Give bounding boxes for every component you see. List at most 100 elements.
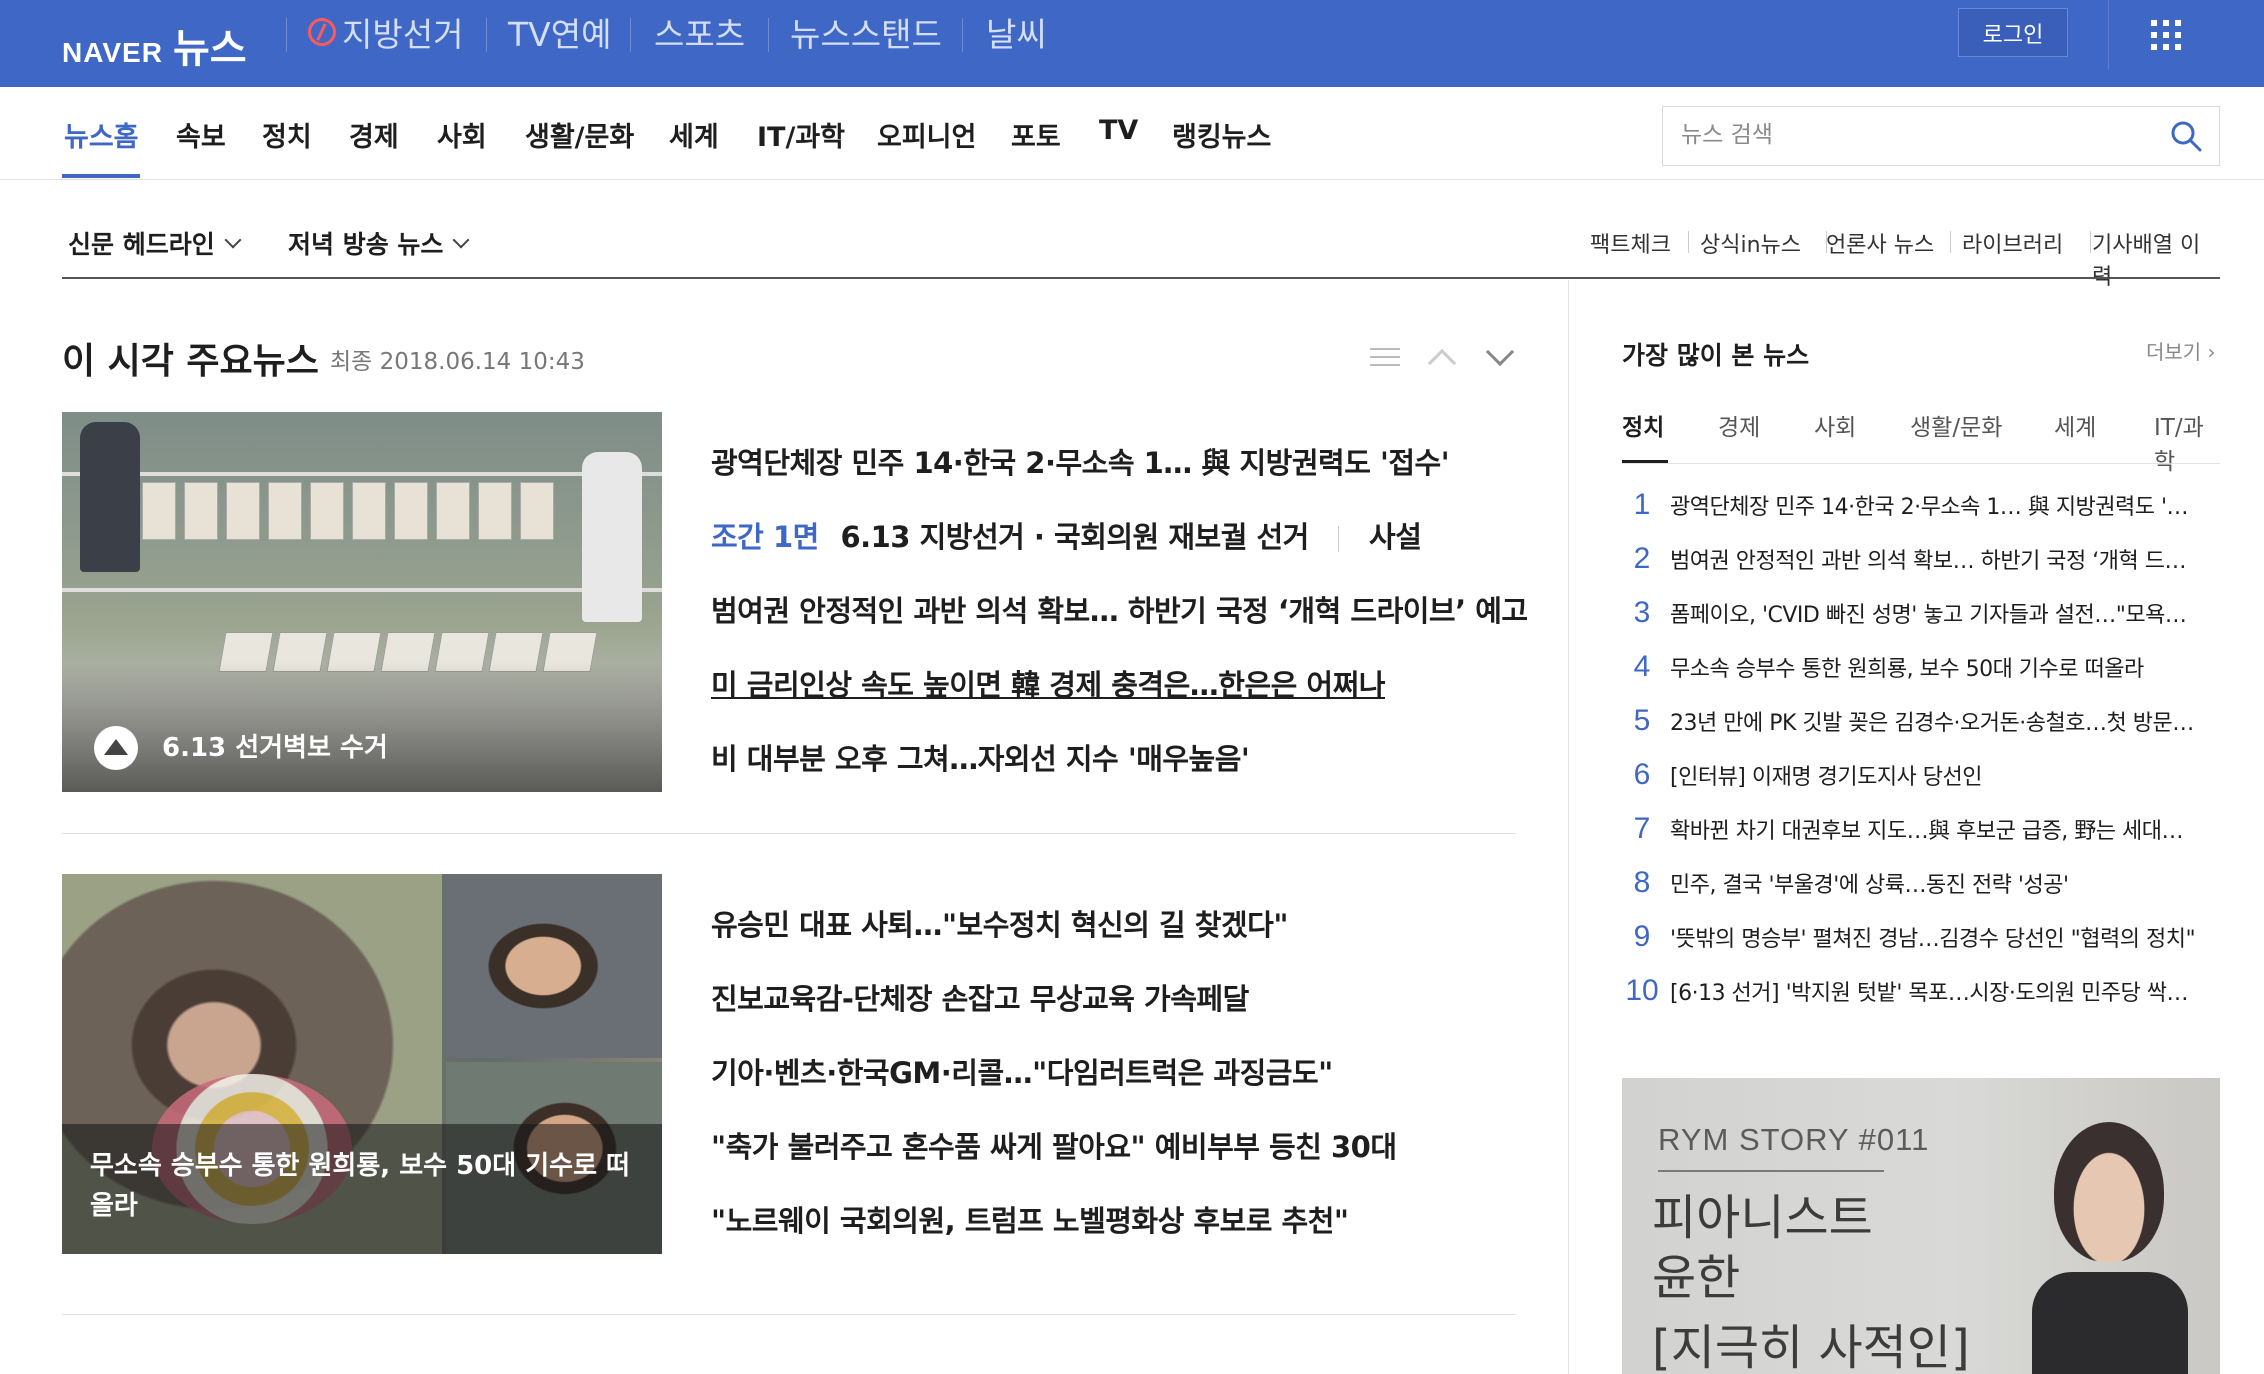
- rank-number: 2: [1633, 542, 1651, 575]
- ranking-item[interactable]: 1 광역단체장 민주 14·한국 2·무소속 1… 與 지방권력도 '…: [1622, 480, 2220, 530]
- service-election[interactable]: 지방선거: [308, 12, 463, 54]
- more-link[interactable]: 더보기 ›: [2146, 336, 2216, 365]
- ranking-item[interactable]: 10 [6·13 선거] '박지원 텃밭' 목포…시장·도의원 민주당 싹…: [1622, 966, 2220, 1016]
- headline-link[interactable]: "노르웨이 국회의원, 트럼프 노벨평화상 후보로 추천": [711, 1198, 1349, 1240]
- rank-headline[interactable]: 확바뀐 차기 대권후보 지도…與 후보군 급증, 野는 세대…: [1670, 813, 2183, 845]
- more-label: 더보기: [2146, 340, 2202, 364]
- news-thumbnail[interactable]: 6.13 선거벽보 수거: [62, 412, 662, 792]
- link-arrangement-history[interactable]: 기사배열 이력: [2092, 227, 2220, 291]
- search-input[interactable]: [1663, 107, 2143, 163]
- divider: [630, 18, 631, 52]
- nav-item-economy[interactable]: 경제: [349, 115, 399, 154]
- link-factcheck[interactable]: 팩트체크: [1590, 227, 1671, 259]
- tab-life[interactable]: 생활/문화: [1910, 408, 2002, 442]
- nav-item-home[interactable]: 뉴스홈: [64, 115, 139, 154]
- tab-it[interactable]: IT/과학: [2154, 408, 2220, 476]
- rank-number: 7: [1633, 812, 1651, 845]
- headline-link[interactable]: 비 대부분 오후 그쳐…자외선 지수 '매우높음': [711, 736, 1250, 778]
- rank-number: 1: [1633, 488, 1651, 521]
- login-button[interactable]: 로그인: [1958, 8, 2068, 57]
- ranking-item[interactable]: 5 23년 만에 PK 깃발 꽂은 김경수·오거돈·송철호…첫 방문…: [1622, 696, 2220, 746]
- thumb-caption[interactable]: 무소속 승부수 통한 원희룡, 보수 50대 기수로 떠올라: [90, 1146, 650, 1226]
- news-logo-text: 뉴스: [172, 26, 247, 72]
- headline-link[interactable]: 범여권 안정적인 과반 의석 확보… 하반기 국정 ‘개혁 드라이브’ 예고: [711, 588, 1528, 630]
- nav-item-society[interactable]: 사회: [437, 115, 487, 154]
- rank-headline[interactable]: 광역단체장 민주 14·한국 2·무소속 1… 與 지방권력도 '…: [1670, 489, 2188, 521]
- evening-broadcast-dropdown[interactable]: 저녁 방송 뉴스: [288, 225, 470, 261]
- grid-icon: [2151, 20, 2181, 50]
- headline-link[interactable]: 기아·벤츠·한국GM·리콜…"다임러트럭은 과징금도": [711, 1050, 1333, 1092]
- ranking-item[interactable]: 9 '뜻밖의 명승부' 펼쳐진 경남…김경수 당선인 "협력의 정치": [1622, 912, 2220, 962]
- rank-headline[interactable]: 23년 만에 PK 깃발 꽂은 김경수·오거돈·송철호…첫 방문…: [1670, 705, 2194, 737]
- divider: [1658, 1170, 1884, 1172]
- nav-item-life[interactable]: 생활/문화: [525, 115, 634, 154]
- service-label: 지방선거: [342, 15, 464, 54]
- service-sports[interactable]: 스포츠: [654, 12, 745, 54]
- ranking-item[interactable]: 3 폼페이오, 'CVID 빠진 성명' 놓고 기자들과 설전…"모욕…: [1622, 588, 2220, 638]
- list-view-icon[interactable]: [1370, 348, 1400, 372]
- person-figure: [80, 422, 140, 572]
- service-label: 스포츠: [654, 15, 746, 54]
- nav-item-photo[interactable]: 포토: [1011, 115, 1061, 154]
- morning-paper-tag[interactable]: 조간 1면: [711, 520, 819, 554]
- headline-link[interactable]: "축가 불러주고 혼수품 싸게 팔아요" 예비부부 등친 30대: [711, 1124, 1397, 1166]
- headline-link[interactable]: 미 금리인상 속도 높이면 韓 경제 충격은…한은은 어쩌나: [711, 662, 1385, 704]
- rank-headline[interactable]: 폼페이오, 'CVID 빠진 성명' 놓고 기자들과 설전…"모욕…: [1670, 597, 2186, 629]
- rank-headline[interactable]: 민주, 결국 '부울경'에 상륙…동진 전략 '성공': [1670, 867, 2069, 899]
- promo-subtitle: [지극히 사적인]: [1652, 1320, 1970, 1374]
- link-library[interactable]: 라이브러리: [1962, 227, 2063, 259]
- rank-number: 9: [1633, 920, 1651, 953]
- service-tv[interactable]: TV연예: [508, 12, 611, 54]
- dropdown-label: 신문 헤드라인: [68, 230, 215, 259]
- service-newsstand[interactable]: 뉴스스탠드: [790, 12, 942, 54]
- ranking-item[interactable]: 7 확바뀐 차기 대권후보 지도…與 후보군 급증, 野는 세대…: [1622, 804, 2220, 854]
- apps-menu-button[interactable]: [2108, 0, 2218, 70]
- search-icon[interactable]: [2169, 119, 2203, 153]
- nav-item-world[interactable]: 세계: [669, 115, 719, 154]
- rank-headline[interactable]: [인터뷰] 이재명 경기도지사 당선인: [1670, 759, 1982, 791]
- sub-nav: 신문 헤드라인 저녁 방송 뉴스 팩트체크 상식in뉴스 언론사 뉴스 라이브러…: [62, 225, 2220, 290]
- last-updated: 최종 2018.06.14 10:43: [330, 349, 585, 375]
- news-thumbnail[interactable]: 무소속 승부수 통한 원희룡, 보수 50대 기수로 떠올라: [62, 874, 662, 1254]
- service-label: 뉴스스탠드: [790, 15, 942, 54]
- rank-headline[interactable]: 무소속 승부수 통한 원희룡, 보수 50대 기수로 떠올라: [1670, 651, 2144, 683]
- nav-item-politics[interactable]: 정치: [262, 115, 312, 154]
- headline-link[interactable]: 진보교육감-단체장 손잡고 무상교육 가속페달: [711, 976, 1249, 1018]
- headline-link[interactable]: 유승민 대표 사퇴…"보수정치 혁신의 길 찾겠다": [711, 902, 1288, 944]
- rank-number: 8: [1633, 866, 1651, 899]
- tab-world[interactable]: 세계: [2054, 408, 2096, 442]
- rank-headline[interactable]: 범여권 안정적인 과반 의석 확보… 하반기 국정 ‘개혁 드…: [1670, 543, 2186, 575]
- tab-economy[interactable]: 경제: [1718, 408, 1760, 442]
- rank-number: 4: [1633, 650, 1651, 683]
- nav-item-breaking[interactable]: 속보: [176, 115, 226, 154]
- rank-headline[interactable]: '뜻밖의 명승부' 펼쳐진 경남…김경수 당선인 "협력의 정치": [1670, 921, 2195, 953]
- headline-link[interactable]: 광역단체장 민주 14·한국 2·무소속 1… 與 지방권력도 '접수': [711, 440, 1450, 482]
- ranking-item[interactable]: 2 범여권 안정적인 과반 의석 확보… 하반기 국정 ‘개혁 드…: [1622, 534, 2220, 584]
- ranking-item[interactable]: 4 무소속 승부수 통한 원희룡, 보수 50대 기수로 떠올라: [1622, 642, 2220, 692]
- nav-item-opinion[interactable]: 오피니언: [877, 115, 976, 154]
- chevron-up-icon[interactable]: [1427, 348, 1457, 378]
- search-box[interactable]: [1662, 106, 2220, 166]
- promo-title: 피아니스트 윤한: [1652, 1188, 1873, 1308]
- headline-link[interactable]: 사설: [1369, 520, 1422, 554]
- ranking-item[interactable]: 6 [인터뷰] 이재명 경기도지사 당선인: [1622, 750, 2220, 800]
- nav-item-ranking[interactable]: 랭킹뉴스: [1172, 115, 1271, 154]
- nav-item-tv[interactable]: TV: [1099, 115, 1138, 146]
- ranking-item[interactable]: 8 민주, 결국 '부울경'에 상륙…동진 전략 '성공': [1622, 858, 2220, 908]
- thumb-caption[interactable]: 6.13 선거벽보 수거: [162, 727, 388, 764]
- rank-headline[interactable]: [6·13 선거] '박지원 텃밭' 목포…시장·도의원 민주당 싹…: [1670, 975, 2188, 1007]
- tab-politics[interactable]: 정치: [1622, 408, 1664, 442]
- service-weather[interactable]: 날씨: [986, 12, 1047, 54]
- person-figure: [582, 452, 642, 622]
- poster-row: [142, 482, 554, 540]
- divider: [2090, 231, 2091, 253]
- link-common-sense[interactable]: 상식in뉴스: [1700, 227, 1801, 259]
- tab-society[interactable]: 사회: [1814, 408, 1856, 442]
- promo-card[interactable]: RYM STORY #011 피아니스트 윤한 [지극히 사적인]: [1622, 1078, 2220, 1374]
- naver-news-logo[interactable]: NAVER 뉴스: [62, 16, 247, 74]
- link-press-news[interactable]: 언론사 뉴스: [1826, 227, 1934, 259]
- chevron-down-icon[interactable]: [1485, 337, 1515, 367]
- headline-link[interactable]: 6.13 지방선거 · 국회의원 재보궐 선거: [840, 520, 1309, 554]
- newspaper-headline-dropdown[interactable]: 신문 헤드라인: [68, 225, 242, 261]
- nav-item-it[interactable]: IT/과학: [757, 115, 845, 154]
